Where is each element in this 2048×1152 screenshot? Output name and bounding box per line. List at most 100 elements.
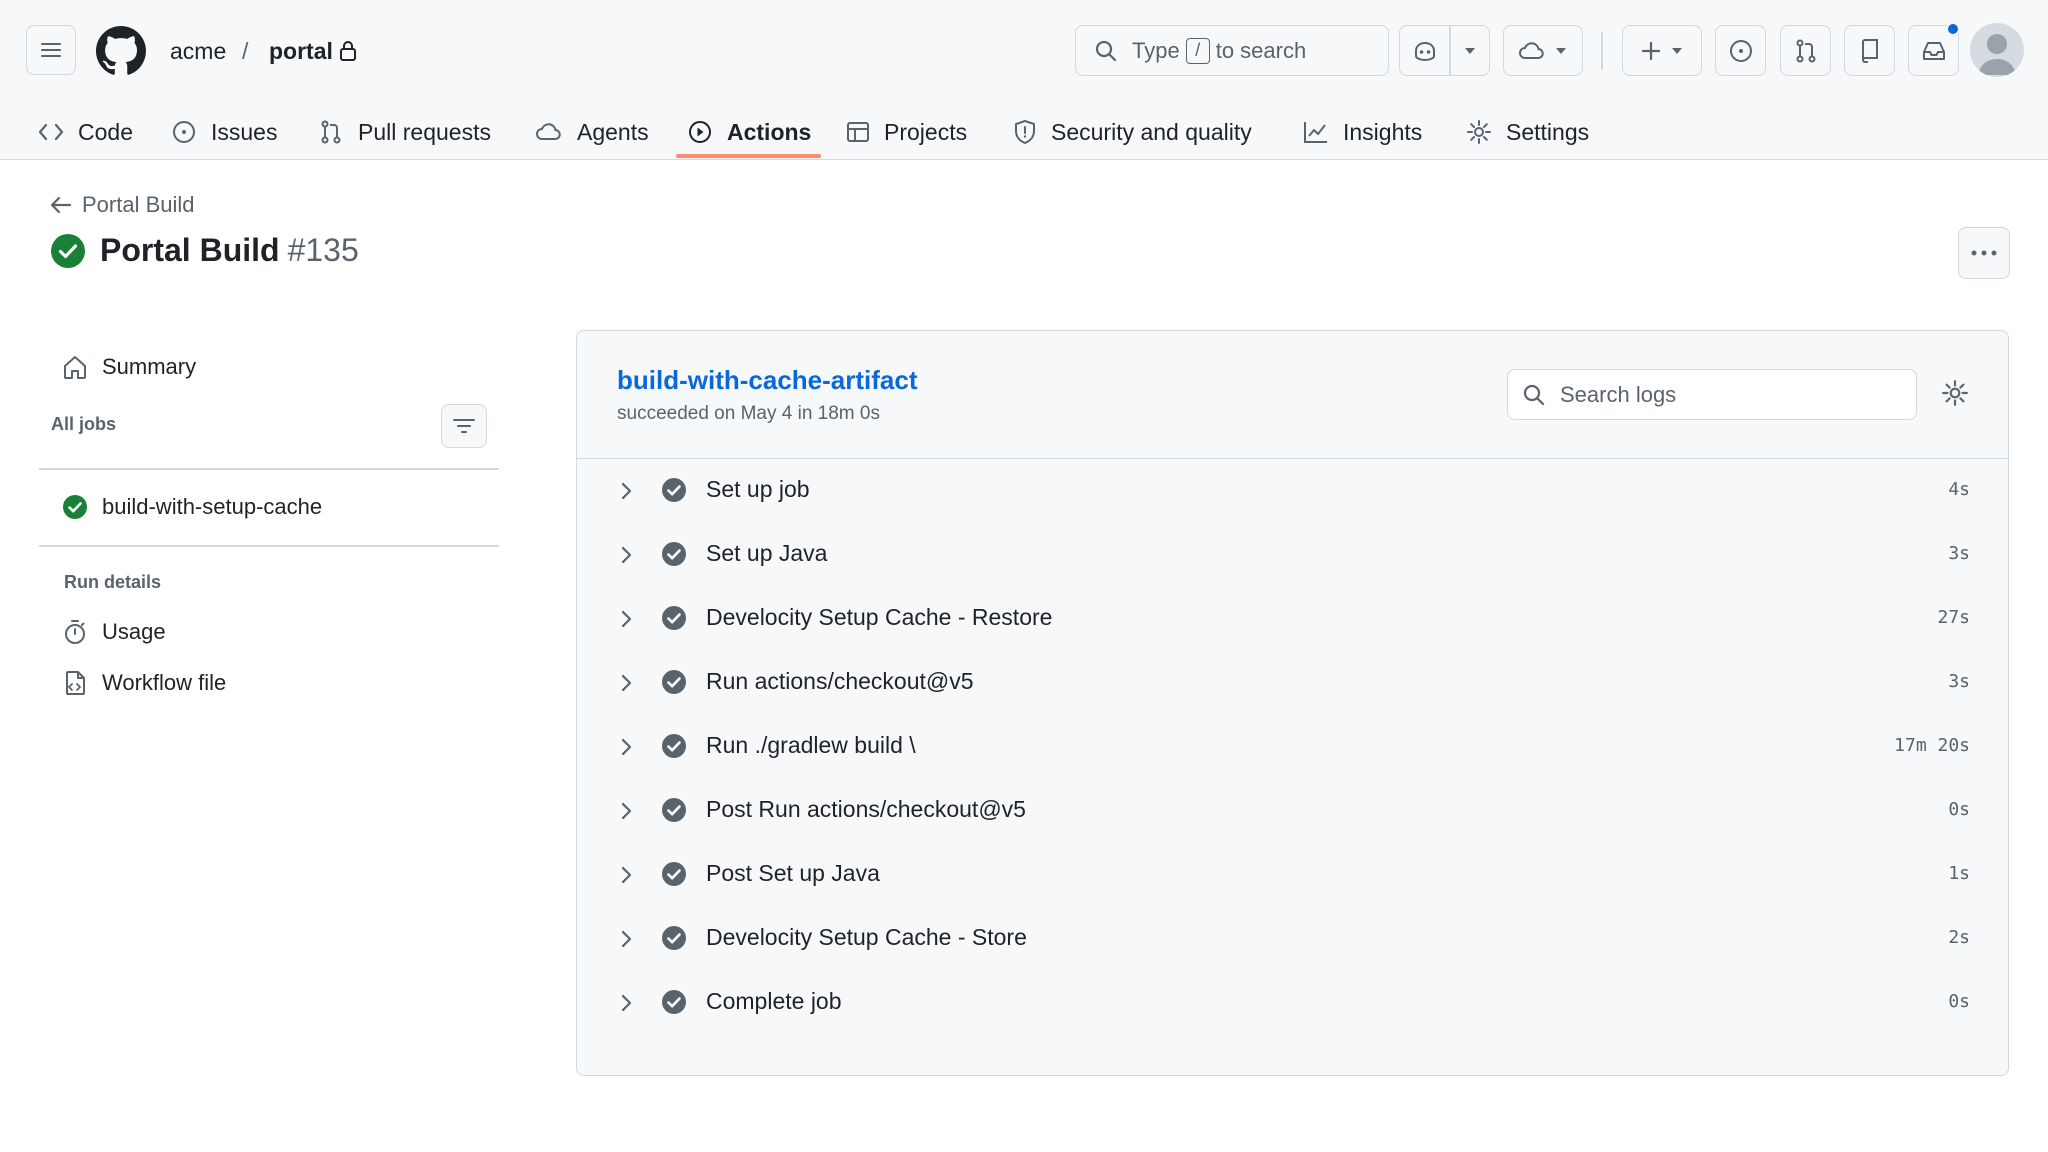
job-step[interactable]: Set up job 4s <box>577 459 2008 523</box>
copilot-icon <box>1414 41 1435 61</box>
plus-icon <box>1641 41 1661 60</box>
sidebar-job-item[interactable]: build-with-setup-cache <box>62 494 322 520</box>
sidebar-item-summary[interactable]: Summary <box>62 354 196 380</box>
agents-menu-button[interactable] <box>1503 25 1583 76</box>
search-icon <box>1523 384 1545 405</box>
run-details-heading: Run details <box>64 572 162 592</box>
back-to-workflow-link[interactable]: Portal Build <box>50 192 195 218</box>
breadcrumb-separator: / <box>242 38 249 64</box>
agent-icon <box>536 123 561 140</box>
check-circle-fill-icon <box>662 670 686 694</box>
pull-requests-button[interactable] <box>1780 25 1831 76</box>
tab-label: Settings <box>1506 118 1590 145</box>
step-name: Run actions/checkout@v5 <box>706 668 974 694</box>
tab-code[interactable]: Code <box>38 104 133 160</box>
tab-settings[interactable]: Settings <box>1466 104 1589 160</box>
triangle-down-icon <box>1556 47 1566 54</box>
hamburger-icon <box>41 43 61 57</box>
step-name: Set up job <box>706 476 810 502</box>
sidebar-item-workflow-file[interactable]: Workflow file <box>62 670 226 696</box>
git-pull-request-icon <box>1796 39 1815 62</box>
job-step[interactable]: Run ./gradlew build \ 17m 20s <box>577 715 2008 779</box>
issues-button[interactable] <box>1715 25 1766 76</box>
play-icon <box>689 121 711 143</box>
run-options-button[interactable] <box>1958 227 2010 279</box>
sidebar-item-label: Summary <box>102 354 197 379</box>
cloud-agent-icon <box>1519 41 1544 59</box>
job-header: build-with-cache-artifact succeeded on M… <box>577 331 2008 459</box>
search-logs-field[interactable] <box>1507 369 1917 420</box>
triangle-down-icon <box>1464 47 1475 54</box>
tab-pull-requests[interactable]: Pull requests <box>318 104 491 160</box>
tab-label: Insights <box>1343 118 1423 145</box>
copilot-dropdown[interactable] <box>1451 26 1489 75</box>
job-step[interactable]: Develocity Setup Cache - Store 2s <box>577 907 2008 971</box>
owner-link[interactable]: acme <box>170 36 226 66</box>
run-title: Portal Build #135 <box>50 232 359 269</box>
sidebar-job-label: build-with-setup-cache <box>102 494 323 519</box>
tab-projects[interactable]: Projects <box>846 104 967 160</box>
sidebar-item-usage[interactable]: Usage <box>62 619 166 645</box>
repo-icon <box>1861 38 1878 63</box>
sidebar-item-label: Usage <box>102 619 166 644</box>
search-shortcut-key: / <box>1185 37 1210 64</box>
chevron-right-icon <box>621 802 632 820</box>
job-log-panel: build-with-cache-artifact succeeded on M… <box>576 330 2009 1076</box>
search-text-after: to search <box>1215 37 1307 63</box>
tab-actions[interactable]: Actions <box>687 104 811 160</box>
job-step[interactable]: Run actions/checkout@v5 3s <box>577 651 2008 715</box>
job-step[interactable]: Post Run actions/checkout@v5 0s <box>577 779 2008 843</box>
check-circle-fill-icon <box>662 542 686 566</box>
code-icon <box>38 123 64 141</box>
tab-security[interactable]: Security and quality <box>1013 104 1252 160</box>
page-title: Portal Build <box>100 232 280 268</box>
notification-indicator <box>1946 22 1960 36</box>
sidebar-divider <box>39 545 499 547</box>
avatar[interactable] <box>1970 23 2024 77</box>
check-circle-fill-icon <box>662 734 686 758</box>
copilot-button[interactable] <box>1399 25 1490 76</box>
step-name: Run ./gradlew build \ <box>706 732 916 758</box>
global-nav: acme / portal Type / to search <box>0 0 2048 104</box>
chevron-right-icon <box>621 738 632 756</box>
inbox-icon <box>1922 41 1945 60</box>
user-avatar-icon <box>1978 34 2016 75</box>
create-new-button[interactable] <box>1622 25 1702 76</box>
sidebar-divider <box>39 468 499 470</box>
arrow-left-icon <box>50 196 72 214</box>
tab-label: Projects <box>884 118 968 145</box>
repositories-button[interactable] <box>1844 25 1895 76</box>
job-step[interactable]: Set up Java 3s <box>577 523 2008 587</box>
search-logs-input[interactable] <box>1560 381 1880 408</box>
job-step[interactable]: Post Set up Java 1s <box>577 843 2008 907</box>
repo-tabs: Code Issues Pull requests Agents Actions… <box>0 104 2048 160</box>
search-text-before: Type <box>1132 37 1180 63</box>
global-search[interactable]: Type / to search <box>1075 25 1389 76</box>
copilot-main[interactable] <box>1400 26 1449 75</box>
filter-jobs-button[interactable] <box>441 404 487 448</box>
step-name: Set up Java <box>706 540 828 566</box>
git-pull-request-icon <box>321 120 341 144</box>
check-circle-fill-icon <box>662 606 686 630</box>
job-step[interactable]: Complete job 0s <box>577 971 2008 1035</box>
check-circle-fill-icon <box>662 798 686 822</box>
tab-insights[interactable]: Insights <box>1303 104 1422 160</box>
step-duration: 2s <box>1948 927 1970 948</box>
step-duration: 17m 20s <box>1894 735 1970 756</box>
repo-link[interactable]: portal <box>269 36 333 66</box>
header-divider <box>1601 32 1603 70</box>
github-logo-icon[interactable] <box>96 26 146 76</box>
step-duration: 27s <box>1937 607 1970 628</box>
step-name: Develocity Setup Cache - Store <box>706 924 1027 950</box>
gear-icon[interactable] <box>1941 379 1969 407</box>
tab-label: Code <box>78 118 133 145</box>
step-name: Complete job <box>706 988 842 1014</box>
tab-issues[interactable]: Issues <box>171 104 277 160</box>
chevron-right-icon <box>621 994 632 1012</box>
menu-button[interactable] <box>26 25 76 75</box>
check-circle-fill-icon <box>662 862 686 886</box>
job-title[interactable]: build-with-cache-artifact <box>617 365 917 396</box>
job-step[interactable]: Develocity Setup Cache - Restore 27s <box>577 587 2008 651</box>
step-duration: 0s <box>1948 799 1970 820</box>
tab-agents[interactable]: Agents <box>535 104 649 160</box>
